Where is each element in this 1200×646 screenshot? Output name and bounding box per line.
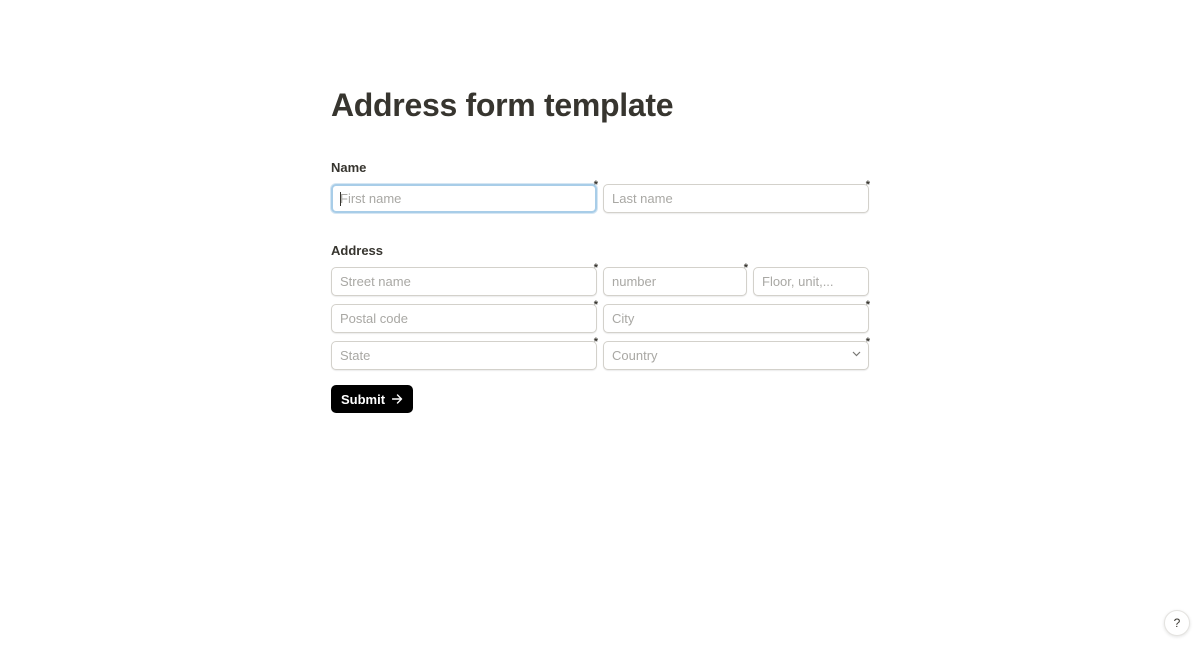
street-number-input[interactable]: [603, 267, 747, 296]
country-field-wrap: Country *: [603, 337, 870, 370]
required-mark: *: [593, 262, 598, 274]
country-select[interactable]: Country: [603, 341, 869, 370]
help-icon: ?: [1173, 616, 1181, 630]
street-row: * *: [331, 263, 869, 296]
address-section-label: Address: [331, 243, 384, 258]
required-mark: *: [593, 336, 598, 348]
arrow-right-icon: [391, 393, 403, 406]
help-button[interactable]: ?: [1164, 610, 1190, 636]
postal-code-field-wrap: *: [331, 300, 598, 333]
number-field-wrap: *: [603, 263, 748, 296]
city-input[interactable]: [603, 304, 869, 333]
required-mark: *: [593, 299, 598, 311]
name-section-label: Name: [331, 160, 367, 175]
name-row: * *: [331, 180, 870, 213]
postal-code-input[interactable]: [331, 304, 597, 333]
last-name-field-wrap: *: [603, 180, 870, 213]
address-form: Address form template Name * * Address *…: [331, 86, 870, 413]
required-mark: *: [865, 299, 870, 311]
street-field-wrap: *: [331, 263, 598, 296]
floor-field-wrap: [753, 267, 869, 296]
floor-unit-input[interactable]: [753, 267, 869, 296]
postal-city-row: * *: [331, 300, 870, 333]
required-mark: *: [865, 336, 870, 348]
page: Address form template Name * * Address *…: [0, 0, 1200, 646]
required-mark: *: [865, 179, 870, 191]
submit-button-label: Submit: [341, 391, 386, 407]
last-name-input[interactable]: [603, 184, 869, 213]
state-input[interactable]: [331, 341, 597, 370]
submit-button[interactable]: Submit: [331, 385, 414, 413]
state-country-row: * Country *: [331, 337, 870, 370]
city-field-wrap: *: [603, 300, 870, 333]
first-name-input[interactable]: [331, 184, 597, 213]
state-field-wrap: *: [331, 337, 598, 370]
required-mark: *: [593, 179, 598, 191]
first-name-field-wrap: *: [331, 180, 598, 213]
street-name-input[interactable]: [331, 267, 597, 296]
text-caret: [340, 192, 341, 206]
required-mark: *: [743, 262, 748, 274]
page-title: Address form template: [331, 87, 674, 123]
